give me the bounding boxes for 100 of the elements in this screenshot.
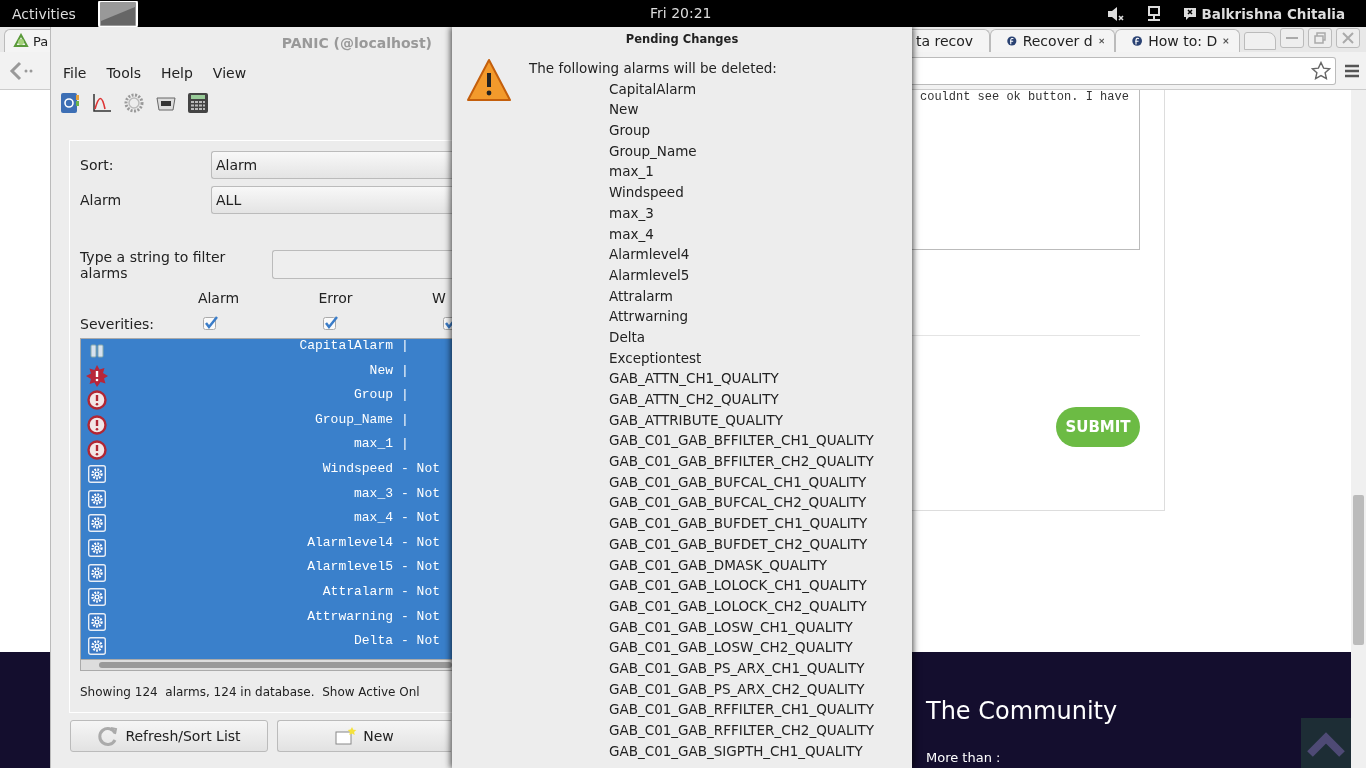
alarm-row[interactable]: Windspeed - Not [81, 461, 452, 487]
alarm-name: Windspeed [608, 183, 685, 203]
alarm-name: max_1 [608, 162, 655, 182]
calculator-icon[interactable] [187, 92, 209, 114]
alarm-name: GAB_C01_GAB_LOLOCK_CH1_QUALITY [608, 576, 868, 596]
selection-dropdown[interactable]: ALL [211, 185, 452, 214]
alarm-row[interactable]: Attralarm - Not [81, 584, 452, 610]
severities-label: Severities: [80, 316, 156, 332]
volume-muted-icon[interactable] [1106, 5, 1125, 22]
menu-item[interactable]: Tools [106, 65, 141, 81]
close-icon[interactable] [1098, 36, 1104, 46]
alarm-row[interactable]: New | [81, 363, 452, 389]
alarm-label: Alarm [80, 191, 123, 208]
gear-icon [88, 563, 106, 582]
browser-tab[interactable]: ta recov [912, 29, 990, 52]
alarm-name: GAB_C01_GAB_BUFDET_CH1_QUALITY [608, 514, 869, 534]
alarm-name: Group_Name [608, 141, 698, 161]
alarm-name: GAB_ATTRIBUTE_QUALITY [608, 410, 784, 430]
clock[interactable]: Fri 20:21 [650, 5, 712, 21]
sort-label: Sort: [80, 156, 115, 173]
alarm-name: Attralarm [608, 286, 674, 306]
alarm-row[interactable]: max_1 | [81, 437, 452, 462]
browser-tab[interactable]: Recover d [990, 29, 1115, 52]
horizontal-scrollbar[interactable] [80, 660, 452, 671]
alarm-name: Delta [608, 327, 647, 347]
scrollbar[interactable] [1351, 90, 1366, 768]
address-book-icon[interactable] [59, 92, 81, 114]
alarm-row[interactable]: max_3 - Not [81, 486, 452, 512]
alarm-name: max_3 [608, 203, 655, 223]
new-document-icon [335, 726, 358, 746]
checkbox[interactable] [203, 315, 219, 330]
gear-icon [88, 637, 106, 656]
dialog-message: The following alarms will be deleted: [529, 59, 778, 78]
menu-icon[interactable] [1344, 62, 1360, 79]
alarm-name: GAB_ATTN_CH2_QUALITY [608, 390, 780, 409]
alarm-name: Alarmlevel5 [608, 265, 691, 285]
alarm-row[interactable]: max_4 - Not [81, 511, 452, 536]
filter-label: Type a string to filter alarms [80, 248, 227, 281]
alarm-name: GAB_C01_GAB_SIGPTH_CH1_QUALITY [608, 741, 864, 761]
alarm-name: GAB_C01_GAB_PS_ARX_CH1_QUALITY [608, 658, 866, 678]
filter-field[interactable] [272, 250, 452, 279]
pause-icon [90, 344, 104, 359]
alarm-row[interactable]: Attrwarning - Not [81, 609, 452, 635]
footer-heading: The Community [926, 697, 1118, 725]
alarm-name: GAB_C01_GAB_DMASK_QUALITY [608, 555, 828, 575]
alarm-row[interactable]: Alarmlevel5 - Not [81, 560, 452, 585]
alarm-name: GAB_C01_GAB_BUFCAL_CH2_QUALITY [608, 493, 868, 513]
star-icon[interactable] [1311, 60, 1331, 81]
close-icon [1342, 31, 1354, 44]
alarm-row[interactable]: Delta - Not [81, 634, 452, 659]
window-title: PANIC (@localhost) [280, 34, 433, 53]
alarm-name: max_4 [608, 224, 655, 244]
chat-icon[interactable] [1182, 6, 1197, 21]
network-icon[interactable] [1146, 5, 1161, 22]
alarm-name: Attrwarning [608, 307, 690, 327]
alarm-name: Exceptiontest [608, 348, 703, 368]
chart-icon[interactable] [91, 92, 113, 114]
new-button[interactable]: New [277, 720, 451, 752]
alarm-name: GAB_C01_GAB_BUFDET_CH2_QUALITY [608, 534, 869, 554]
menu-item[interactable]: File [63, 65, 87, 81]
exclamation-icon [87, 390, 107, 411]
menu-item[interactable]: View [212, 65, 247, 81]
gear-icon[interactable] [123, 92, 145, 114]
exclamation-icon [87, 439, 107, 460]
status-text: Showing 124 alarms, 124 in database. Show Active Onl [80, 685, 421, 699]
sort-dropdown[interactable]: Alarm [211, 150, 452, 179]
alarm-row[interactable]: CapitalAlarm | [81, 339, 452, 364]
alarm-row[interactable]: Group | [81, 388, 452, 413]
refresh-button[interactable]: Refresh/Sort List [70, 720, 268, 752]
footer-text: More than : [926, 750, 1001, 766]
gear-icon [88, 539, 106, 558]
gear-icon [88, 612, 106, 631]
window-thumbnail-icon[interactable] [98, 0, 138, 28]
alarm-name: GAB_ATTN_CH1_QUALITY [608, 369, 780, 389]
dialog-title: Pending Changes [624, 31, 740, 48]
severity-label: Alarm [196, 290, 241, 306]
browser-tab[interactable]: Pa [4, 29, 50, 52]
warning-icon [466, 58, 512, 102]
refresh-icon [97, 725, 120, 747]
alarm-name: Alarmlevel4 [608, 245, 691, 265]
severity-label: W [431, 290, 446, 306]
alarm-name: GAB_C01_GAB_BFFILTER_CH1_QUALITY [608, 431, 874, 451]
alarm-name: New [608, 100, 640, 120]
restore-icon [1314, 31, 1326, 44]
alarm-name: GAB_C01_GAB_PS_ARX_CH2_QUALITY [608, 679, 866, 699]
alarm-name: GAB_C01_GAB_LOSW_CH1_QUALITY [608, 617, 854, 637]
activities-button[interactable]: Activities [12, 5, 98, 22]
browser-tab[interactable]: How to: D [1115, 29, 1240, 52]
alarm-row[interactable]: Group_Name | [81, 412, 452, 438]
user-name[interactable]: Balkrishna Chitalia [1201, 5, 1345, 22]
triangle-logo-icon [13, 33, 29, 49]
alarm-name: GAB_C01_GAB_RFFILTER_CH2_QUALITY [608, 721, 874, 740]
alarm-name: Group [608, 121, 652, 141]
gear-icon [88, 465, 106, 484]
checkbox[interactable] [323, 315, 339, 330]
menu-item[interactable]: Help [160, 65, 193, 81]
gear-icon [88, 588, 106, 607]
close-icon[interactable] [1223, 36, 1229, 46]
alarm-name: GAB_C01_GAB_LOSW_CH2_QUALITY [608, 638, 854, 658]
alarm-row[interactable]: Alarmlevel4 - Not [81, 535, 452, 561]
